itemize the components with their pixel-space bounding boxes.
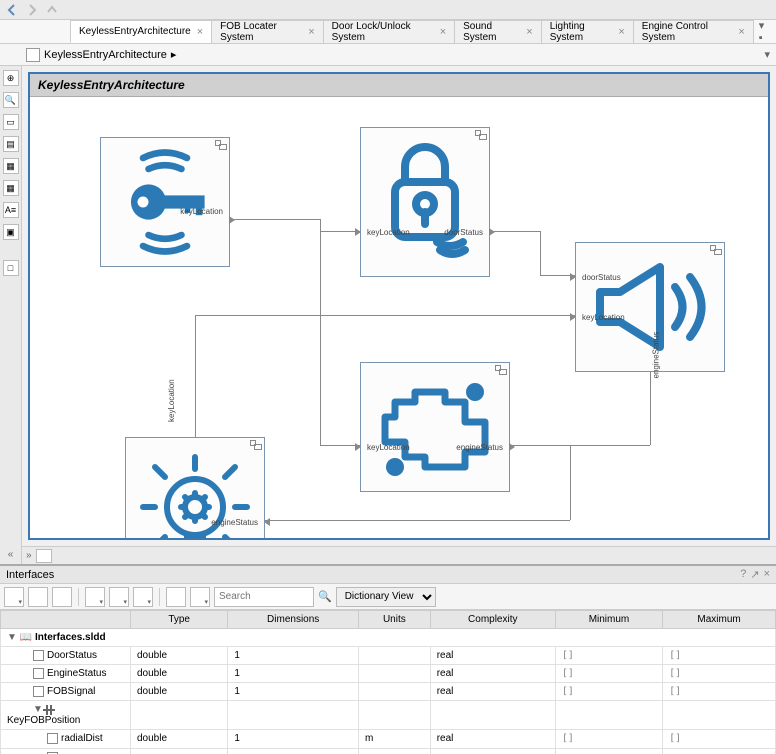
port-keylocation-in: keyLocation: [367, 228, 410, 237]
interfaces-table: Type Dimensions Units Complexity Minimum…: [0, 610, 776, 754]
zoom-tool-button[interactable]: 🔍: [3, 92, 19, 108]
zoom-in-button[interactable]: ⊕: [3, 70, 19, 86]
table-row-root[interactable]: ▼ 📖 Interfaces.sldd: [1, 629, 776, 647]
canvas-title: KeylessEntryArchitecture: [30, 74, 768, 97]
close-icon[interactable]: ×: [618, 26, 624, 38]
port-out-icon[interactable]: [229, 216, 235, 224]
block-fob-key[interactable]: keyLocation: [100, 137, 230, 267]
close-icon[interactable]: ×: [440, 26, 446, 38]
delete-button[interactable]: [52, 587, 72, 607]
close-icon[interactable]: ×: [738, 26, 744, 38]
col-complexity[interactable]: Complexity: [430, 611, 555, 629]
view-select[interactable]: Dictionary View: [336, 587, 436, 607]
port-doorstatus-in: doorStatus: [582, 273, 621, 282]
tab-lighting[interactable]: Lighting System×: [541, 20, 634, 43]
save-button[interactable]: [133, 587, 153, 607]
port-keylocation-top: keyLocation: [167, 379, 176, 422]
port-doorstatus-out: doorStatus: [444, 228, 483, 237]
tab-sound[interactable]: Sound System×: [454, 20, 542, 43]
table-row[interactable]: DoorStatusdouble1real[][]: [1, 647, 776, 665]
breadcrumb: KeylessEntryArchitecture ▸ ▾: [0, 44, 776, 66]
col-dims[interactable]: Dimensions: [228, 611, 359, 629]
breadcrumb-expand[interactable]: ▾: [764, 48, 770, 61]
remove-button[interactable]: [28, 587, 48, 607]
architecture-canvas[interactable]: KeylessEntryArchitecture: [28, 72, 770, 540]
tab-door[interactable]: Door Lock/Unlock System×: [323, 20, 455, 43]
close-icon[interactable]: ×: [526, 26, 532, 38]
block-engine[interactable]: keyLocation engineStatus: [360, 362, 510, 492]
help-icon[interactable]: ?: [740, 568, 746, 581]
import-button[interactable]: [85, 587, 105, 607]
port-enginestatus-vert: engineStatus: [652, 332, 661, 379]
undock-icon[interactable]: ↗: [750, 568, 759, 581]
interfaces-title: Interfaces: [6, 569, 54, 581]
filter-button[interactable]: [166, 587, 186, 607]
nav-forward-button[interactable]: [24, 2, 40, 18]
port-keylocation-out: keyLocation: [180, 207, 223, 216]
breadcrumb-arrow-icon[interactable]: ▸: [171, 48, 177, 61]
tab-bar: KeylessEntryArchitecture× FOB Locater Sy…: [0, 20, 776, 44]
block-sound[interactable]: doorStatus keyLocation engineStatus: [575, 242, 725, 372]
viewmark-button[interactable]: □: [3, 260, 19, 276]
padlock-icon: [375, 142, 475, 262]
stereotype-icon: [710, 245, 722, 255]
interfaces-toolbar: 🔍 Dictionary View: [0, 584, 776, 610]
nav-back-button[interactable]: [4, 2, 20, 18]
nav-toolbar: [0, 0, 776, 20]
fit-button[interactable]: ▭: [3, 114, 19, 130]
grid-button[interactable]: ▦: [3, 158, 19, 174]
key-icon: [110, 147, 220, 257]
table-row[interactable]: ▼KeyFOBPosition: [1, 701, 776, 730]
columns-button[interactable]: [190, 587, 210, 607]
tree-toggle[interactable]: ▼: [7, 632, 17, 643]
tab-fob[interactable]: FOB Locater System×: [211, 20, 324, 43]
link-button[interactable]: [109, 587, 129, 607]
col-min[interactable]: Minimum: [555, 611, 662, 629]
image-button[interactable]: ▣: [3, 224, 19, 240]
nav-overview[interactable]: [36, 549, 52, 563]
tab-keyless[interactable]: KeylessEntryArchitecture×: [70, 20, 212, 43]
nav-collapse[interactable]: »: [26, 550, 32, 561]
port-keylocation-in: keyLocation: [582, 313, 625, 322]
table-row[interactable]: radialDistdouble1mreal[][]: [1, 730, 776, 748]
stereotype-icon: [475, 130, 487, 140]
canvas-nav-strip: »: [22, 546, 776, 564]
breadcrumb-path[interactable]: KeylessEntryArchitecture: [44, 49, 167, 61]
legend-button[interactable]: ▦: [3, 180, 19, 196]
engine-icon: [370, 372, 500, 482]
table-row[interactable]: FOBSignaldouble1real[][]: [1, 683, 776, 701]
close-icon[interactable]: ×: [197, 26, 203, 38]
speaker-icon: [585, 257, 715, 357]
port-out-icon[interactable]: [489, 228, 495, 236]
toolbar-collapse[interactable]: «: [8, 549, 14, 560]
block-lighting[interactable]: keyLocation engineStatus: [125, 437, 265, 540]
table-row[interactable]: EngineStatusdouble1real[][]: [1, 665, 776, 683]
tab-overflow[interactable]: ▾ ▪: [753, 20, 776, 43]
annotation-button[interactable]: A≡: [3, 202, 19, 218]
col-units[interactable]: Units: [359, 611, 431, 629]
table-row[interactable]: isInsideVehicleboolean1real[][]: [1, 748, 776, 754]
block-door-lock[interactable]: keyLocation doorStatus: [360, 127, 490, 277]
interfaces-panel: Interfaces ? ↗ × 🔍 Dictionary View Type …: [0, 564, 776, 754]
port-enginestatus-in: engineStatus: [211, 518, 258, 527]
close-icon[interactable]: ×: [308, 26, 314, 38]
add-button[interactable]: [4, 587, 24, 607]
col-type[interactable]: Type: [131, 611, 228, 629]
search-input[interactable]: [214, 587, 314, 607]
col-max[interactable]: Maximum: [663, 611, 776, 629]
close-icon[interactable]: ×: [764, 568, 770, 581]
port-keylocation-in: keyLocation: [367, 443, 410, 452]
model-icon: [26, 48, 40, 62]
nav-up-button[interactable]: [44, 2, 60, 18]
left-toolbar: ⊕ 🔍 ▭ ▤ ▦ ▦ A≡ ▣ □ «: [0, 66, 22, 564]
port-in-icon[interactable]: [355, 228, 361, 236]
tab-engine[interactable]: Engine Control System×: [633, 20, 754, 43]
layout-button[interactable]: ▤: [3, 136, 19, 152]
port-enginestatus-out: engineStatus: [456, 443, 503, 452]
